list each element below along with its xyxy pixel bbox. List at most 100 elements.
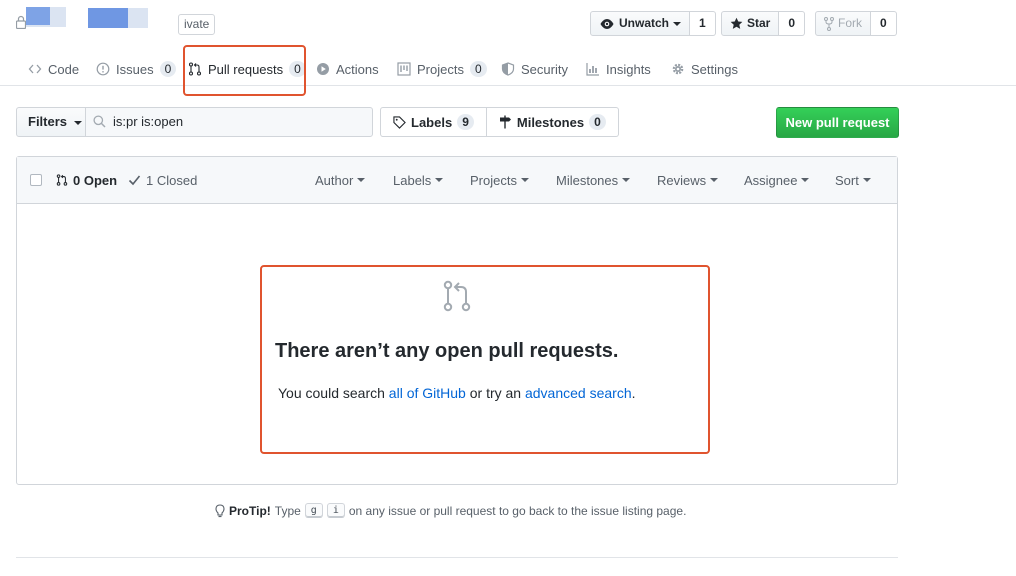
fork-icon [824,16,834,31]
chevron-down-icon [73,120,82,125]
select-all-checkbox[interactable] [30,174,42,186]
labels-button[interactable]: Labels 9 [380,107,487,137]
star-button-group: Star 0 [721,11,806,36]
visibility-badge: ivate [178,14,216,35]
tab-label: Insights [606,61,651,77]
key-g: g [304,503,323,518]
tab-counter: 0 [469,61,487,77]
tab-settings[interactable]: Settings [671,53,738,85]
lock-icon [16,15,26,29]
chevron-down-icon [801,178,810,182]
milestones-counter: 0 [589,114,606,130]
chevron-down-icon [520,178,529,182]
filter-label: Assignee [744,172,798,188]
new-pull-request-button[interactable]: New pull request [776,107,899,138]
code-icon [28,64,42,74]
reviews-filter[interactable]: Reviews [657,164,719,196]
open-count: 0 Open [73,172,118,188]
eye-icon [600,18,614,29]
filters-button[interactable]: Filters [16,107,86,137]
protip-type: Type [274,503,301,518]
unwatch-button[interactable]: Unwatch [590,11,691,36]
labels-filter[interactable]: Labels [393,164,444,196]
redacted-repo-name [88,8,148,28]
fork-count[interactable]: 0 [871,11,897,36]
sort-filter[interactable]: Sort [835,164,871,196]
star-button[interactable]: Star [721,11,780,36]
all-of-github-link[interactable]: all of GitHub [389,385,466,401]
highlight-pull-requests-tab [183,45,306,96]
pull-request-icon [443,280,471,312]
tab-counter: 0 [159,61,177,77]
filter-label: Labels [393,172,432,188]
gear-icon [672,63,684,75]
empty-text-after: . [631,385,636,401]
tab-issues[interactable]: Issues 0 [96,53,177,85]
redacted-owner-name [26,7,66,27]
tab-label: Security [521,61,568,77]
milestones-label: Milestones [516,114,585,130]
author-filter[interactable]: Author [315,164,366,196]
closed-state-link[interactable]: 1 Closed [128,164,197,196]
tab-projects[interactable]: Projects 0 [397,53,487,85]
star-label: Star [747,16,771,30]
fork-button-group: Fork 0 [815,11,897,36]
issue-icon [96,62,110,76]
labels-milestones-group: Labels 9 Milestones 0 [380,107,619,137]
tab-actions[interactable]: Actions [316,53,379,85]
tab-code[interactable]: Code [28,53,79,85]
closed-count: 1 Closed [146,172,198,188]
unwatch-label: Unwatch [619,16,670,30]
tab-security[interactable]: Security [501,53,568,85]
open-state-link[interactable]: 0 Open [56,164,117,196]
light-bulb-icon [215,503,225,517]
filter-label: Milestones [556,172,619,188]
protip-label: ProTip! [229,503,271,518]
check-icon [128,175,141,186]
empty-state-title: There aren’t any open pull requests. [275,340,619,362]
milestones-filter[interactable]: Milestones [556,164,631,196]
tab-label: Settings [691,61,738,77]
filter-label: Sort [835,172,859,188]
projects-filter[interactable]: Projects [470,164,529,196]
tab-label: Code [48,61,80,77]
filter-label: Reviews [657,172,707,188]
project-icon [397,62,411,76]
tag-icon [393,115,406,129]
chevron-down-icon [862,178,871,182]
chevron-down-icon [710,178,719,182]
star-count[interactable]: 0 [779,11,806,36]
tab-label: Projects [417,61,464,77]
fork-label: Fork [838,16,862,30]
footer-divider [16,557,898,558]
empty-text-middle: or try an [465,385,525,401]
filters-label: Filters [28,114,68,129]
key-i: i [326,503,345,518]
milestones-button[interactable]: Milestones 0 [486,107,619,137]
labels-label: Labels [411,114,453,130]
empty-state-text: You could search all of GitHub or try an… [278,385,636,401]
assignee-filter[interactable]: Assignee [744,164,810,196]
filter-label: Author [315,172,354,188]
empty-text-before: You could search [278,385,389,401]
watch-count[interactable]: 1 [690,11,716,36]
repo-nav: Code Issues 0 Pull requests 0 Actions Pr… [0,53,1016,86]
milestone-icon [499,115,511,129]
search-input[interactable]: is:pr is:open [85,107,373,137]
star-icon [730,17,743,29]
pull-request-icon [56,174,68,186]
chevron-down-icon [673,21,682,26]
tab-label: Actions [336,61,379,77]
tab-insights[interactable]: Insights [586,53,651,85]
advanced-search-link[interactable]: advanced search [525,385,632,401]
labels-counter: 9 [457,114,474,130]
chevron-down-icon [435,178,444,182]
fork-button[interactable]: Fork [815,11,871,36]
chevron-down-icon [622,178,631,182]
shield-icon [501,62,515,76]
watch-button-group: Unwatch 1 [590,11,716,36]
filter-label: Projects [470,172,517,188]
protip-rest: on any issue or pull request to go back … [348,503,687,518]
search-icon [93,115,106,128]
chevron-down-icon [357,178,366,182]
